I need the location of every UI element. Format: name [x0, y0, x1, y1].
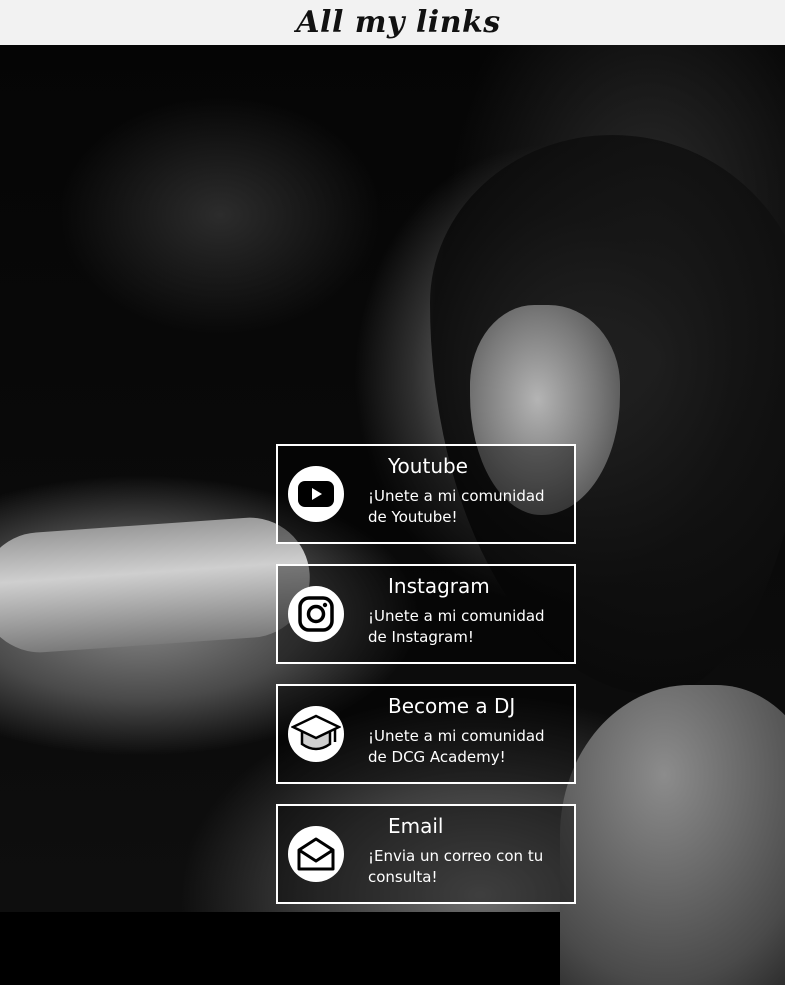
- link-description: ¡Unete a mi comunidad de Instagram!: [368, 607, 545, 646]
- link-title: Instagram: [388, 574, 490, 598]
- link-description: ¡Unete a mi comunidad de DCG Academy!: [368, 727, 545, 766]
- link-description: ¡Unete a mi comunidad de Youtube!: [368, 487, 545, 526]
- youtube-icon: [288, 466, 344, 522]
- link-description: ¡Envia un correo con tu consulta!: [368, 847, 544, 886]
- link-card-instagram[interactable]: Instagram ¡Unete a mi comunidad de Insta…: [276, 564, 576, 664]
- link-title: Youtube: [388, 454, 468, 478]
- header-bar: All my links: [0, 0, 785, 45]
- link-title: Email: [388, 814, 444, 838]
- graduation-cap-icon: [288, 706, 344, 762]
- envelope-icon: [288, 826, 344, 882]
- instagram-icon: [288, 586, 344, 642]
- link-card-email[interactable]: Email ¡Envia un correo con tu consulta!: [276, 804, 576, 904]
- link-card-youtube[interactable]: Youtube ¡Unete a mi comunidad de Youtube…: [276, 444, 576, 544]
- page-title: All my links: [296, 5, 501, 40]
- link-title: Become a DJ: [388, 694, 516, 718]
- link-list: Youtube ¡Unete a mi comunidad de Youtube…: [276, 444, 576, 924]
- link-card-become-a-dj[interactable]: Become a DJ ¡Unete a mi comunidad de DCG…: [276, 684, 576, 784]
